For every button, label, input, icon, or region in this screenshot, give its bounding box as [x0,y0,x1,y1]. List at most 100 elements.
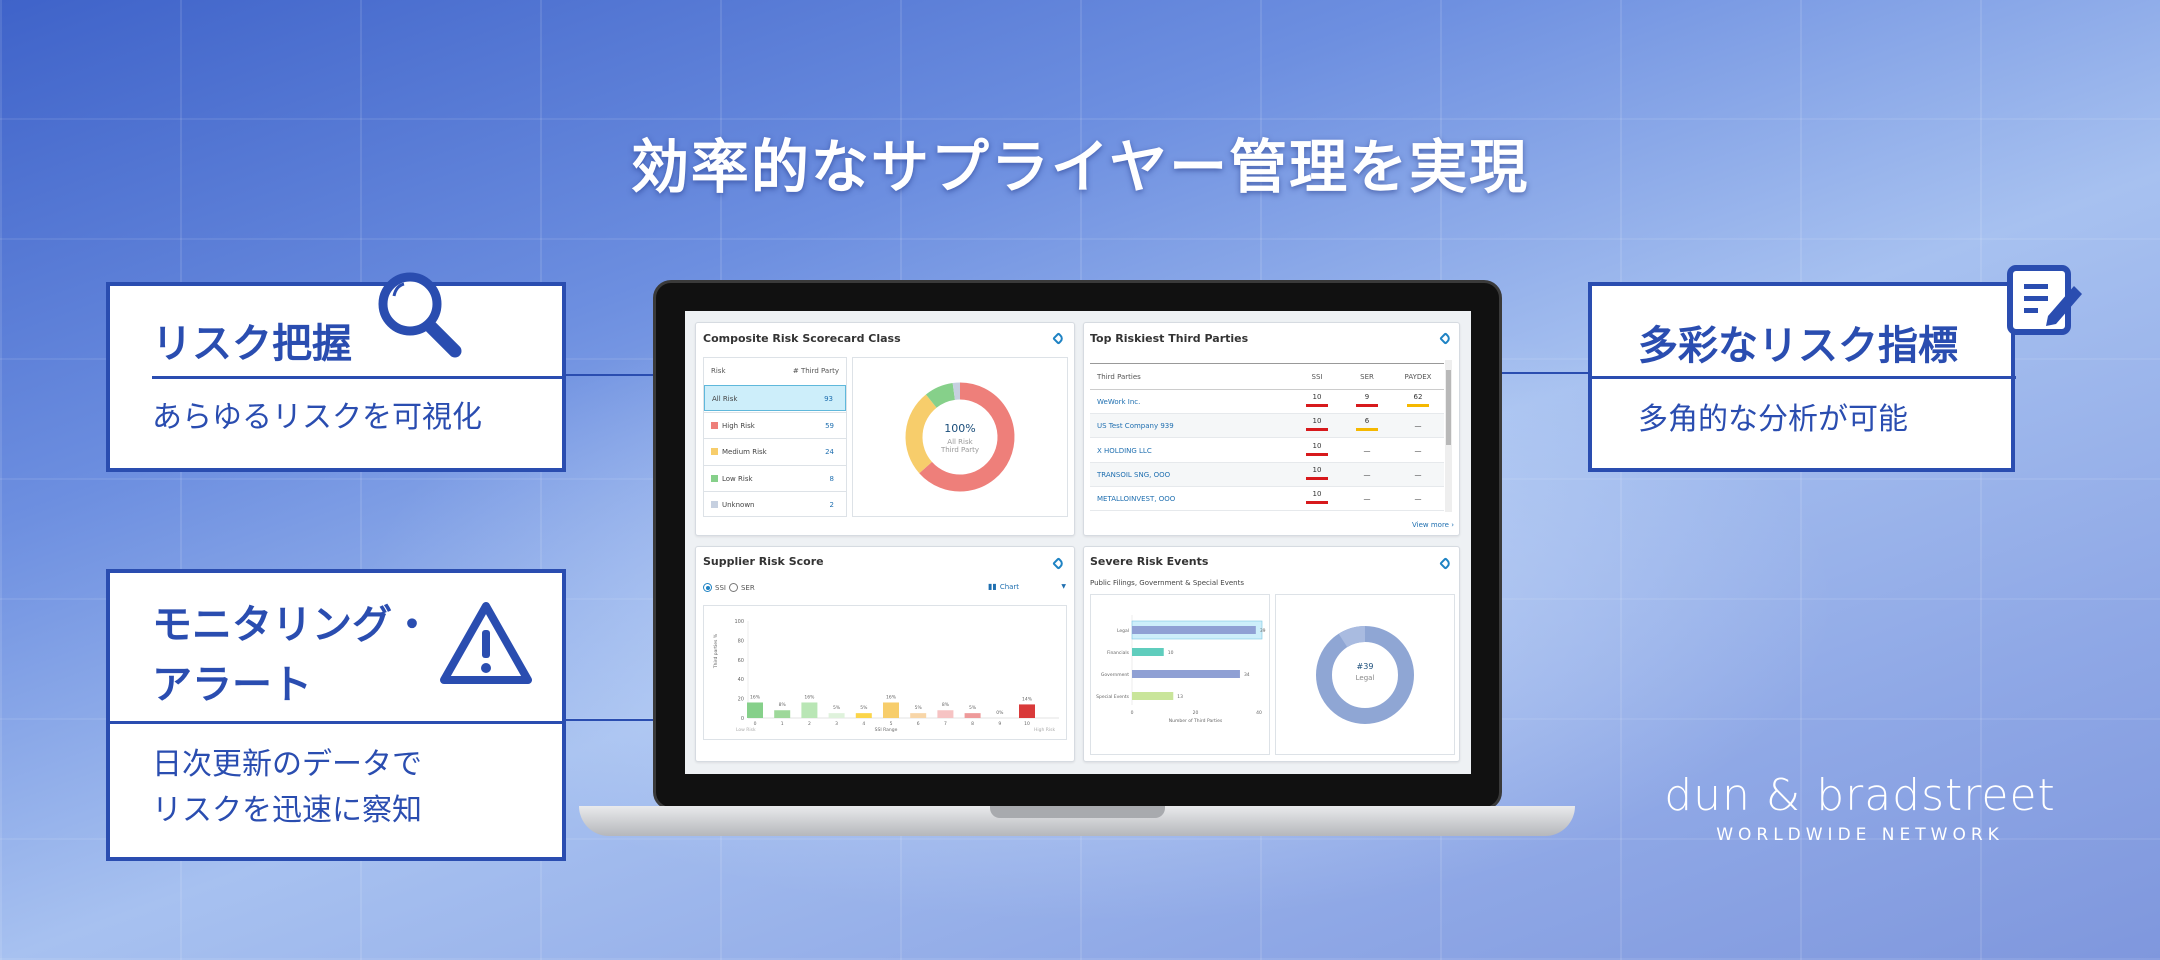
bar-legal[interactable] [1132,626,1256,634]
severe-events-bar-chart: Legal 39 Financials 10 Government 34 Special E… [1090,594,1270,755]
high-risk-note: High Risk [1034,727,1055,733]
paydex-value: — [1414,470,1422,479]
composite-donut-chart [905,382,1015,492]
donut-slice-low-risk[interactable] [925,382,956,409]
severe-donut-box: #39 Legal [1275,594,1455,755]
third-party-link[interactable]: US Test Company 939 [1097,422,1174,430]
x-tick-label: 20 [1193,710,1199,716]
table-row[interactable]: TRANSOIL SNG, OOO 10 — — [1090,462,1444,487]
divider [1592,376,2016,379]
bar-government[interactable] [1132,670,1240,678]
x-tick-label: 1 [781,721,784,727]
view-select-dropdown[interactable]: ▮▮ Chart ▼ [988,582,1066,591]
third-party-link[interactable]: WeWork Inc. [1097,398,1140,406]
column-header: PAYDEX [1404,373,1432,381]
third-party-link[interactable]: X HOLDING LLC [1097,447,1152,455]
feature-title: リスク把握 [152,321,352,367]
radio-label: SSI [715,583,726,592]
scrollbar[interactable] [1445,360,1452,512]
bar-value-label: 16% [804,694,815,700]
column-header-count: # Third Party [792,367,839,375]
bar-4[interactable] [855,713,872,718]
bar-10[interactable] [1019,704,1035,718]
bar-6[interactable] [910,713,927,718]
panel-title: Composite Risk Scorecard Class [703,332,901,345]
bar-value-label: 5% [915,705,923,711]
bar-3[interactable] [828,713,845,718]
table-row[interactable]: X HOLDING LLC 10 — — [1090,438,1444,463]
chevron-right-icon: › [1451,521,1455,529]
radio-ser[interactable] [728,583,738,592]
radio-label: SER [740,583,755,592]
third-party-link[interactable]: TRANSOIL SNG, OOO [1097,471,1170,479]
connector-line [560,374,655,376]
risk-label: All Risk [712,395,738,403]
bar-2[interactable] [801,702,818,718]
ser-score-bar [1356,428,1378,432]
bar-special-events[interactable] [1132,692,1174,700]
logo-sub: WORLDWIDE NETWORK [1716,825,2004,845]
laptop-notch [990,806,1165,818]
connector-line [560,719,655,721]
panel-title: Top Riskiest Third Parties [1090,332,1249,345]
donut-center-label: Legal [1355,674,1375,682]
ssi-bar-chart: 0 20 40 60 80 100 Third parties % 16% 0 8% 1 16% 2 5%… [703,605,1067,740]
risk-row[interactable]: High Risk 59 [704,411,846,438]
donut-center-value: #39 [1356,662,1374,671]
table-row[interactable]: WeWork Inc. 10 9 62 [1090,390,1444,414]
paydex-value: — [1414,446,1422,455]
category-label: Special Events [1096,694,1130,700]
feature-desc: 多角的な分析が可能 [1638,402,1908,437]
bar-value-label: 5% [969,705,977,711]
x-tick-label: 40 [1256,710,1262,716]
document-edit-icon [2007,265,2082,335]
bar-financials[interactable] [1132,648,1164,656]
risk-table: Risk # Third Party All Risk 93 High Risk 59… [703,357,847,517]
category-label: Legal [1117,628,1129,634]
risk-row[interactable]: All Risk 93 [704,385,846,411]
column-header: SSI [1311,373,1323,381]
panel-subtitle: Public Filings, Government & Special Eve… [1090,579,1244,587]
risk-row[interactable]: Low Risk 8 [704,464,846,491]
radio-ssi[interactable] [703,583,712,592]
bar-7[interactable] [937,710,954,718]
x-tick-label: 0 [1131,710,1134,716]
magnifier-icon [378,272,462,358]
scrollbar-thumb[interactable] [1446,370,1451,445]
bar-5[interactable] [883,702,899,718]
paydex-value: 62 [1413,393,1423,401]
feature-title: 多彩なリスク指標 [1638,323,1958,369]
x-tick-label: 9 [998,721,1001,727]
bar-value-label: 8% [779,702,787,708]
risk-label: High Risk [722,421,755,430]
column-header: Third Parties [1097,373,1141,381]
x-tick-label: 2 [808,721,811,727]
table-row[interactable]: METALLOINVEST, OOO 10 — — [1090,487,1444,512]
risk-label: Unknown [722,501,755,509]
category-label: Government [1101,672,1129,678]
donut-segment [1338,626,1366,648]
bar-0[interactable] [747,702,763,718]
bar-8[interactable] [964,713,981,718]
view-more-label: View more [1412,521,1449,529]
bar-value-label: 8% [942,702,950,708]
x-tick-label: 4 [862,721,865,727]
risk-label: Low Risk [722,474,753,483]
feature-risk-indicators: 多彩なリスク指標 多角的な分析が可能 [1588,282,2016,472]
risk-count: 93 [824,395,833,403]
x-tick-label: 8 [971,721,974,727]
logo-main: dun & bradstreet [1664,770,2056,821]
bar-1[interactable] [774,710,791,718]
risk-row[interactable]: Unknown 2 [704,491,846,517]
bar-value-label: 39 [1260,628,1266,634]
bar-value-label: 16% [750,694,761,700]
x-axis-title: Number of Third Parties [1169,718,1223,724]
y-tick-label: 0 [741,716,744,722]
dnb-logo: dun & bradstreet WORLDWIDE NETWORK [1640,770,2080,845]
view-more-link[interactable]: View more › [1412,521,1454,529]
ssi-value: 10 [1312,441,1322,450]
table-row[interactable]: US Test Company 939 10 6 — [1090,414,1444,439]
risk-row[interactable]: Medium Risk 24 [704,438,846,464]
third-party-link[interactable]: METALLOINVEST, OOO [1097,495,1175,503]
panel-title: Supplier Risk Score [703,555,824,568]
